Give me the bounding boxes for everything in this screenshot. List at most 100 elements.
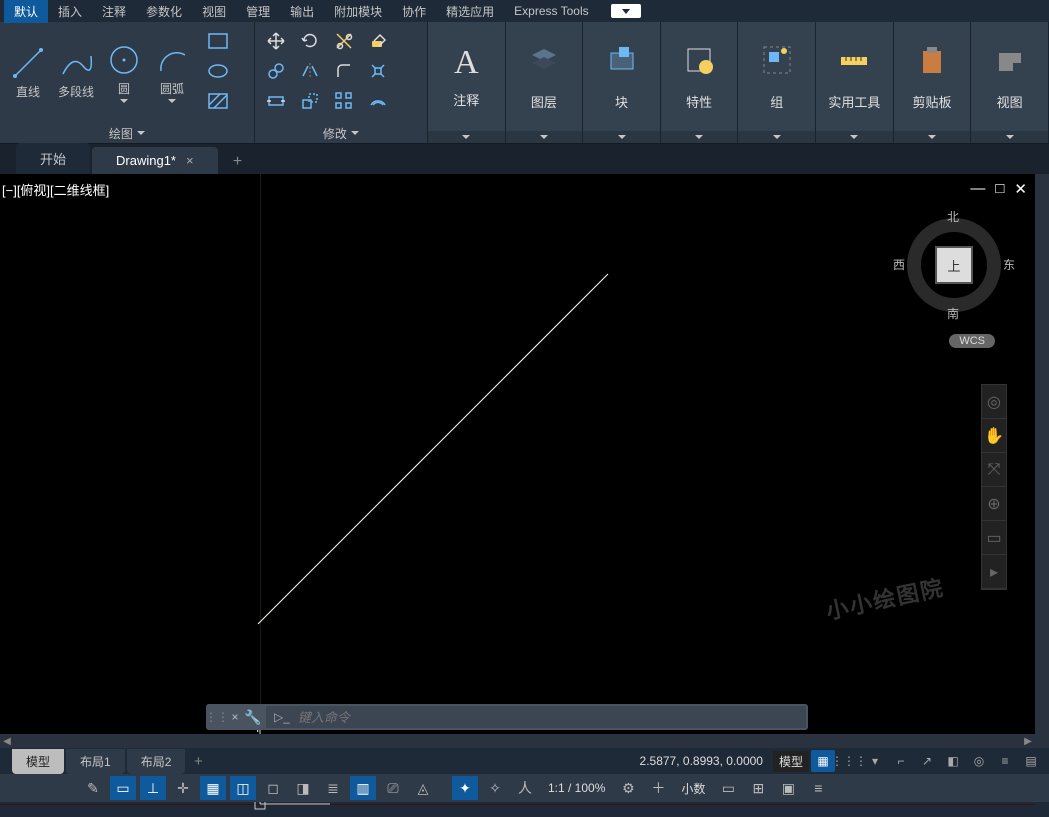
copy-icon[interactable] bbox=[266, 61, 286, 84]
close-icon[interactable]: × bbox=[186, 153, 194, 168]
draw-line[interactable]: 直线 bbox=[6, 45, 50, 100]
layout-add-button[interactable]: + bbox=[187, 753, 209, 770]
am-icon[interactable]: ✦ bbox=[452, 776, 478, 800]
scroll-left-icon[interactable]: ◀ bbox=[0, 736, 14, 747]
ribbon-panel-layers[interactable]: 图层 bbox=[506, 22, 584, 143]
ducs-icon[interactable]: ◨ bbox=[290, 776, 316, 800]
dynamic-input-icon[interactable]: ▭ bbox=[110, 776, 136, 800]
ribbon-panel-view[interactable]: 视图 bbox=[971, 22, 1049, 143]
stretch-icon[interactable] bbox=[266, 91, 286, 114]
close-icon[interactable]: ✕ bbox=[1014, 180, 1027, 198]
menu-featured[interactable]: 精选应用 bbox=[436, 0, 504, 23]
wcs-badge[interactable]: WCS bbox=[949, 334, 995, 348]
annotation-scale[interactable]: 1:1 / 100% bbox=[542, 781, 611, 795]
qv-icon[interactable]: ▭ bbox=[715, 776, 741, 800]
dropdown-icon[interactable]: ▾ bbox=[863, 750, 887, 772]
polar-track-icon[interactable]: ✛ bbox=[170, 776, 196, 800]
menu-collab[interactable]: 协作 bbox=[392, 0, 436, 23]
osnap-icon[interactable]: ◎ bbox=[967, 750, 991, 772]
nav-pan-icon[interactable]: ✋ bbox=[982, 419, 1006, 453]
nav-zoom-icon[interactable]: ⤧ bbox=[982, 453, 1006, 487]
app-switcher-icon[interactable] bbox=[611, 4, 641, 18]
qvl-icon[interactable]: ⊞ bbox=[745, 776, 771, 800]
viewcube-face[interactable]: 上 bbox=[937, 248, 971, 282]
gear-icon[interactable]: ⚙ bbox=[615, 776, 641, 800]
iso-icon[interactable]: ◧ bbox=[941, 750, 965, 772]
rotate-icon[interactable] bbox=[300, 31, 320, 54]
infer-icon[interactable]: ✎ bbox=[80, 776, 106, 800]
tpy-icon[interactable]: ▥ bbox=[350, 776, 376, 800]
otrack-icon[interactable]: ◻ bbox=[260, 776, 286, 800]
menu-default[interactable]: 默认 bbox=[4, 0, 48, 23]
as-icon[interactable]: 人 bbox=[512, 776, 538, 800]
ortho-icon[interactable]: ⌐ bbox=[889, 750, 913, 772]
horizontal-scrollbar[interactable]: ◀ ▶ bbox=[0, 734, 1035, 748]
transparency-icon[interactable]: ▤ bbox=[1019, 750, 1043, 772]
array-icon[interactable] bbox=[334, 91, 354, 114]
offset-icon[interactable] bbox=[368, 91, 388, 114]
nav-showmotion-icon[interactable]: ▭ bbox=[982, 521, 1006, 555]
vertical-scrollbar[interactable] bbox=[1035, 174, 1049, 748]
move-icon[interactable] bbox=[266, 31, 286, 54]
drawing-canvas[interactable]: [−][俯视][二维线框] — □ ✕ X Y 小小绘图院 上 北 南 西 东 … bbox=[0, 174, 1035, 734]
nav-play-icon[interactable]: ▸ bbox=[982, 555, 1006, 589]
tab-add-button[interactable]: + bbox=[226, 150, 250, 174]
menu-view[interactable]: 视图 bbox=[192, 0, 236, 23]
menu-manage[interactable]: 管理 bbox=[236, 0, 280, 23]
menu-insert[interactable]: 插入 bbox=[48, 0, 92, 23]
draw-arc[interactable]: 圆弧 bbox=[150, 42, 194, 103]
menu-express[interactable]: Express Tools bbox=[504, 1, 598, 21]
sc-icon[interactable]: ◬ bbox=[410, 776, 436, 800]
viewcube-east[interactable]: 东 bbox=[1003, 256, 1015, 273]
units-display[interactable]: 小数 bbox=[675, 780, 711, 797]
menu-output[interactable]: 输出 bbox=[280, 0, 324, 23]
menu-parametric[interactable]: 参数化 bbox=[136, 0, 192, 23]
ribbon-modify-footer[interactable]: 修改 bbox=[255, 123, 427, 143]
clean-icon[interactable]: ▣ bbox=[775, 776, 801, 800]
viewcube[interactable]: 上 北 南 西 东 bbox=[899, 210, 1009, 320]
maximize-icon[interactable]: □ bbox=[995, 180, 1004, 198]
draw-pline[interactable]: 多段线 bbox=[54, 45, 98, 100]
erase-icon[interactable] bbox=[368, 31, 388, 54]
command-input[interactable] bbox=[298, 710, 798, 725]
menu-annotate[interactable]: 注释 bbox=[92, 0, 136, 23]
lineweight-icon[interactable]: ≡ bbox=[993, 750, 1017, 772]
ribbon-panel-utils[interactable]: 实用工具 bbox=[816, 22, 894, 143]
viewcube-north[interactable]: 北 bbox=[947, 208, 959, 225]
viewcube-south[interactable]: 南 bbox=[947, 305, 959, 322]
fillet-icon[interactable] bbox=[334, 61, 354, 84]
scroll-right-icon[interactable]: ▶ bbox=[1021, 736, 1035, 747]
layout-tab-2[interactable]: 布局2 bbox=[127, 749, 186, 774]
mirror-icon[interactable] bbox=[300, 61, 320, 84]
ribbon-panel-block[interactable]: 块 bbox=[583, 22, 661, 143]
nav-orbit-icon[interactable]: ⊕ bbox=[982, 487, 1006, 521]
viewport-label[interactable]: [−][俯视][二维线框] bbox=[2, 180, 109, 199]
qp-icon[interactable]: ⎚ bbox=[380, 776, 406, 800]
nav-wheel-icon[interactable]: ◎ bbox=[982, 385, 1006, 419]
ann-icon[interactable]: ✧ bbox=[482, 776, 508, 800]
3dosnap-icon[interactable]: ◫ bbox=[230, 776, 256, 800]
snap-toggle-icon[interactable]: ⋮⋮⋮ bbox=[837, 750, 861, 772]
customize-icon[interactable]: ≡ bbox=[805, 776, 831, 800]
scale-icon[interactable] bbox=[300, 91, 320, 114]
minimize-icon[interactable]: — bbox=[970, 180, 985, 198]
close-icon[interactable]: × bbox=[228, 710, 242, 724]
trim-icon[interactable] bbox=[334, 31, 354, 54]
explode-icon[interactable] bbox=[368, 61, 388, 84]
osnap-mode-icon[interactable]: ▦ bbox=[200, 776, 226, 800]
ellipse-icon[interactable] bbox=[208, 63, 228, 82]
drag-handle-icon[interactable]: ⋮⋮ bbox=[206, 710, 228, 724]
viewcube-west[interactable]: 西 bbox=[893, 256, 905, 273]
wrench-icon[interactable]: 🔧 bbox=[242, 709, 264, 726]
ribbon-panel-annotate[interactable]: A注释 bbox=[428, 22, 506, 143]
menu-addons[interactable]: 附加模块 bbox=[324, 0, 392, 23]
ribbon-panel-group[interactable]: 组 bbox=[738, 22, 816, 143]
draw-circle[interactable]: 圆 bbox=[102, 42, 146, 103]
hatch-icon[interactable] bbox=[208, 93, 228, 112]
tab-start[interactable]: 开始 bbox=[16, 143, 90, 174]
plus-icon[interactable]: ＋ bbox=[645, 776, 671, 800]
ribbon-panel-clip[interactable]: 剪贴板 bbox=[894, 22, 972, 143]
ribbon-draw-footer[interactable]: 绘图 bbox=[0, 123, 254, 143]
layout-tab-1[interactable]: 布局1 bbox=[66, 749, 125, 774]
ribbon-panel-props[interactable]: 特性 bbox=[661, 22, 739, 143]
